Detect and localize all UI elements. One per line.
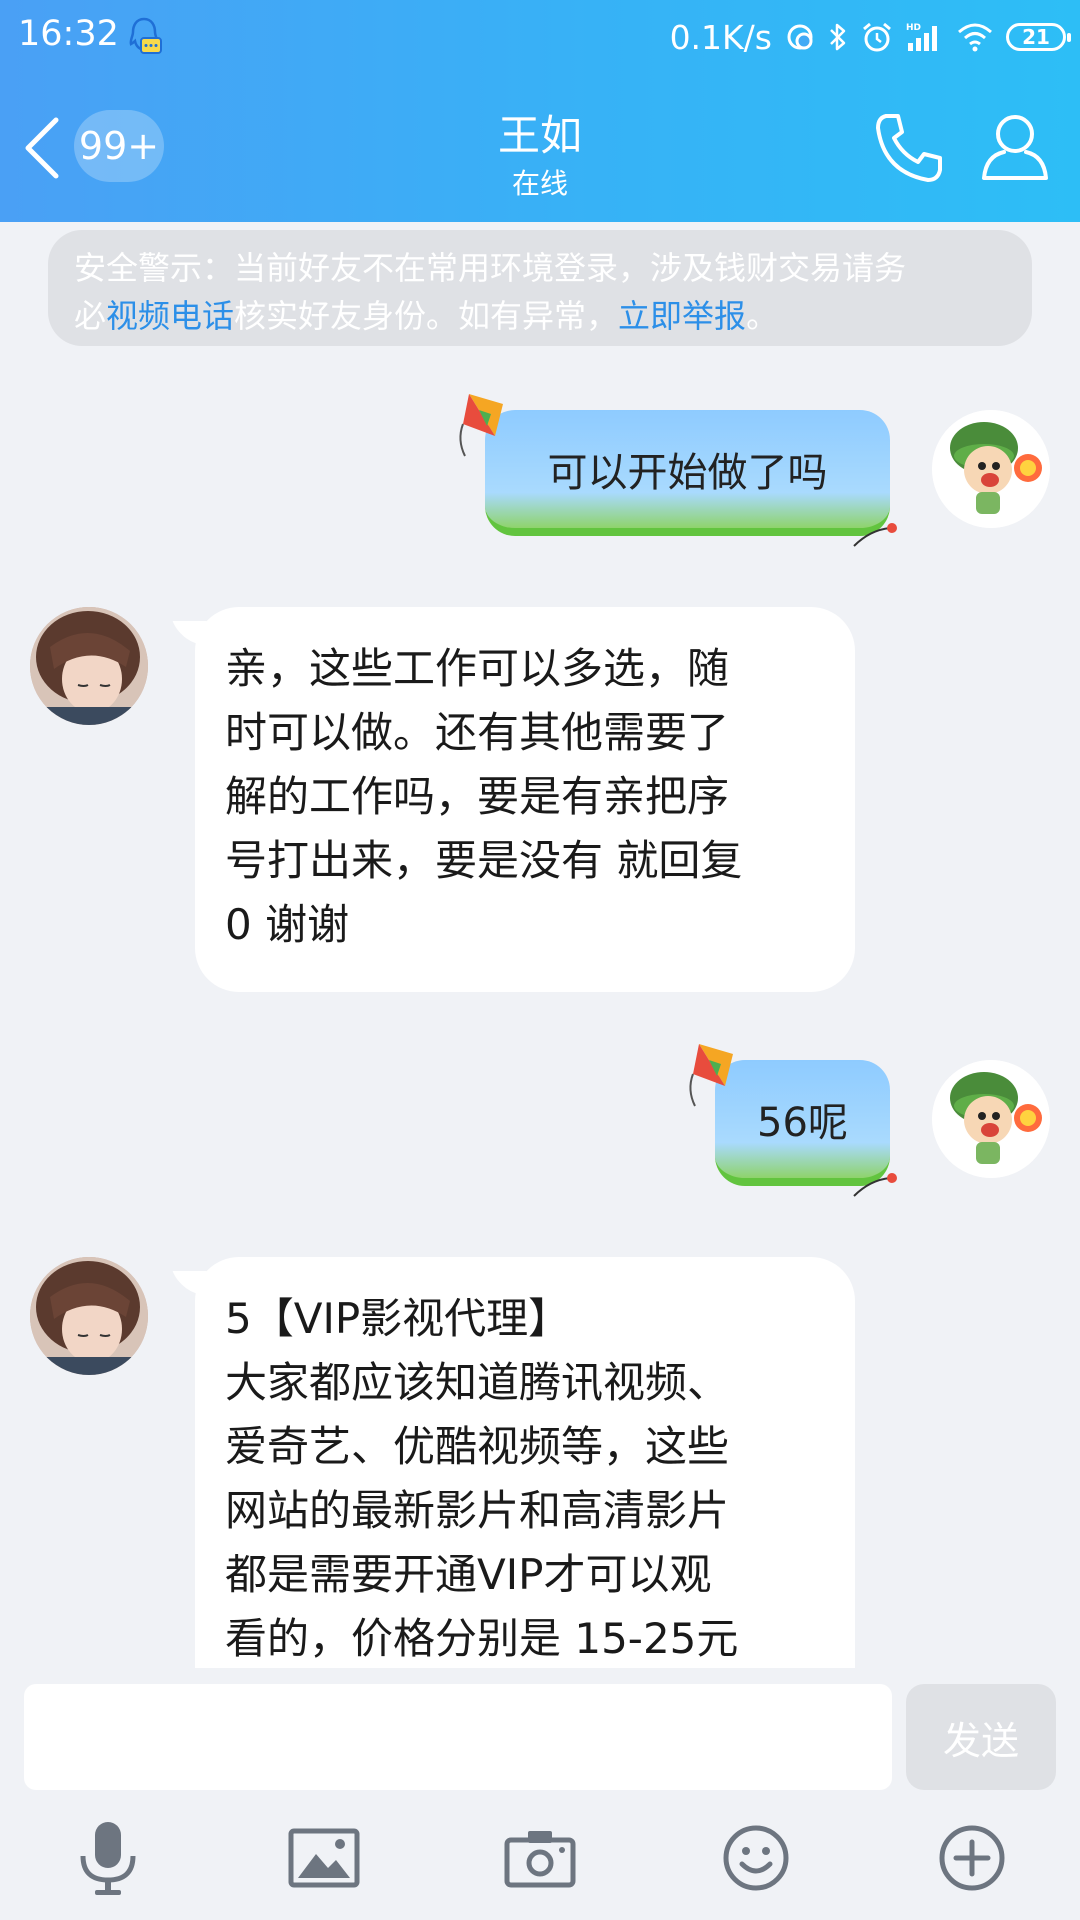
contact-photo bbox=[30, 607, 148, 725]
profile-icon[interactable] bbox=[980, 110, 1050, 182]
message-bubble-outgoing[interactable]: 56呢 bbox=[689, 1044, 897, 1197]
message-text: 56呢 bbox=[757, 1100, 848, 1146]
message-line: 大家都应该知道腾讯视频、 bbox=[225, 1358, 730, 1407]
message-text: 可以开始做了吗 bbox=[547, 450, 828, 496]
image-icon bbox=[288, 1828, 360, 1888]
microphone-icon bbox=[80, 1822, 136, 1895]
message-line: 解的工作吗，要是有亲把序 bbox=[225, 772, 730, 821]
video-call-link[interactable]: 视频电话 bbox=[106, 297, 234, 335]
avatar-me[interactable] bbox=[932, 1060, 1050, 1178]
status-icons: 0.1K/s HD 21 bbox=[669, 14, 1071, 60]
message-input[interactable] bbox=[24, 1684, 892, 1790]
network-speed: 0.1K/s bbox=[669, 17, 772, 57]
message-line: 5【VIP影视代理】 bbox=[225, 1294, 571, 1343]
security-warning-banner: 安全警示：当前好友不在常用环境登录，涉及钱财交易请务 必视频电话核实好友身份。如… bbox=[48, 230, 1032, 346]
message-line: 爱奇艺、优酷视频等，这些 bbox=[225, 1422, 730, 1471]
security-warning-line2: 必视频电话核实好友身份。如有异常，立即举报。 bbox=[74, 292, 1006, 340]
avatar-contact[interactable] bbox=[30, 1257, 148, 1375]
more-button[interactable] bbox=[934, 1820, 1010, 1896]
hd-signal-icon: HD bbox=[906, 23, 937, 51]
message-line: 看的，价格分别是 15-25元 bbox=[225, 1614, 739, 1663]
emoji-button[interactable] bbox=[718, 1820, 794, 1896]
security-warning-prefix: 必 bbox=[74, 297, 107, 335]
message-line: 0 谢谢 bbox=[225, 900, 350, 949]
microphone-button[interactable] bbox=[70, 1820, 146, 1896]
camera-button[interactable] bbox=[502, 1820, 578, 1896]
emoji-icon bbox=[723, 1825, 789, 1891]
kite-icon bbox=[459, 394, 503, 457]
svg-text:HD: HD bbox=[906, 23, 921, 33]
message-bubble-outgoing[interactable]: 可以开始做了吗 bbox=[459, 394, 897, 547]
battery-icon: 21 bbox=[1006, 23, 1071, 51]
send-button[interactable]: 发送 bbox=[906, 1684, 1056, 1790]
bluetooth-icon bbox=[830, 23, 846, 51]
contact-photo bbox=[30, 1257, 148, 1375]
plus-icon bbox=[939, 1825, 1005, 1891]
message-line: 网站的最新影片和高清影片 bbox=[225, 1486, 730, 1535]
image-button[interactable] bbox=[286, 1820, 362, 1896]
report-link[interactable]: 立即举报 bbox=[618, 297, 746, 335]
message-line: 亲，这些工作可以多选，随 bbox=[225, 644, 730, 693]
message-line: 都是需要开通VIP才可以观 bbox=[225, 1550, 712, 1599]
battery-level: 21 bbox=[1022, 25, 1050, 49]
qq-notification-icon bbox=[129, 17, 162, 54]
security-warning-middle: 核实好友身份。如有异常， bbox=[234, 297, 619, 335]
status-bar: 16:32 0.1K/s HD 21 bbox=[0, 0, 1080, 75]
bubble-decoration-icon bbox=[853, 523, 897, 547]
bubble-decoration-icon bbox=[853, 1173, 897, 1197]
message-bubble-incoming[interactable]: 5【VIP影视代理】 大家都应该知道腾讯视频、 爱奇艺、优酷视频等，这些 网站的… bbox=[195, 1257, 855, 1677]
status-time: 16:32 bbox=[18, 14, 119, 54]
cartoon-avatar-icon bbox=[932, 410, 1050, 528]
security-warning-suffix: 。 bbox=[746, 297, 779, 335]
chat-header: 16:32 0.1K/s HD 21 99+ 王如 在线 bbox=[0, 0, 1080, 222]
message-bubble-incoming[interactable]: 亲，这些工作可以多选，随 时可以做。还有其他需要了 解的工作吗，要是有亲把序 号… bbox=[195, 607, 855, 992]
cartoon-avatar-icon bbox=[932, 1060, 1050, 1178]
alarm-icon bbox=[863, 22, 891, 52]
kite-icon bbox=[689, 1044, 733, 1107]
avatar-contact[interactable] bbox=[30, 607, 148, 725]
message-line: 时可以做。还有其他需要了 bbox=[225, 708, 730, 757]
security-warning-line1: 安全警示：当前好友不在常用环境登录，涉及钱财交易请务 bbox=[74, 249, 907, 287]
wifi-icon bbox=[958, 23, 992, 52]
data-saver-icon bbox=[787, 24, 813, 50]
message-line: 号打出来，要是没有 就回复 bbox=[225, 836, 743, 885]
phone-icon[interactable] bbox=[872, 110, 948, 186]
avatar-me[interactable] bbox=[932, 410, 1050, 528]
camera-icon bbox=[504, 1831, 576, 1888]
